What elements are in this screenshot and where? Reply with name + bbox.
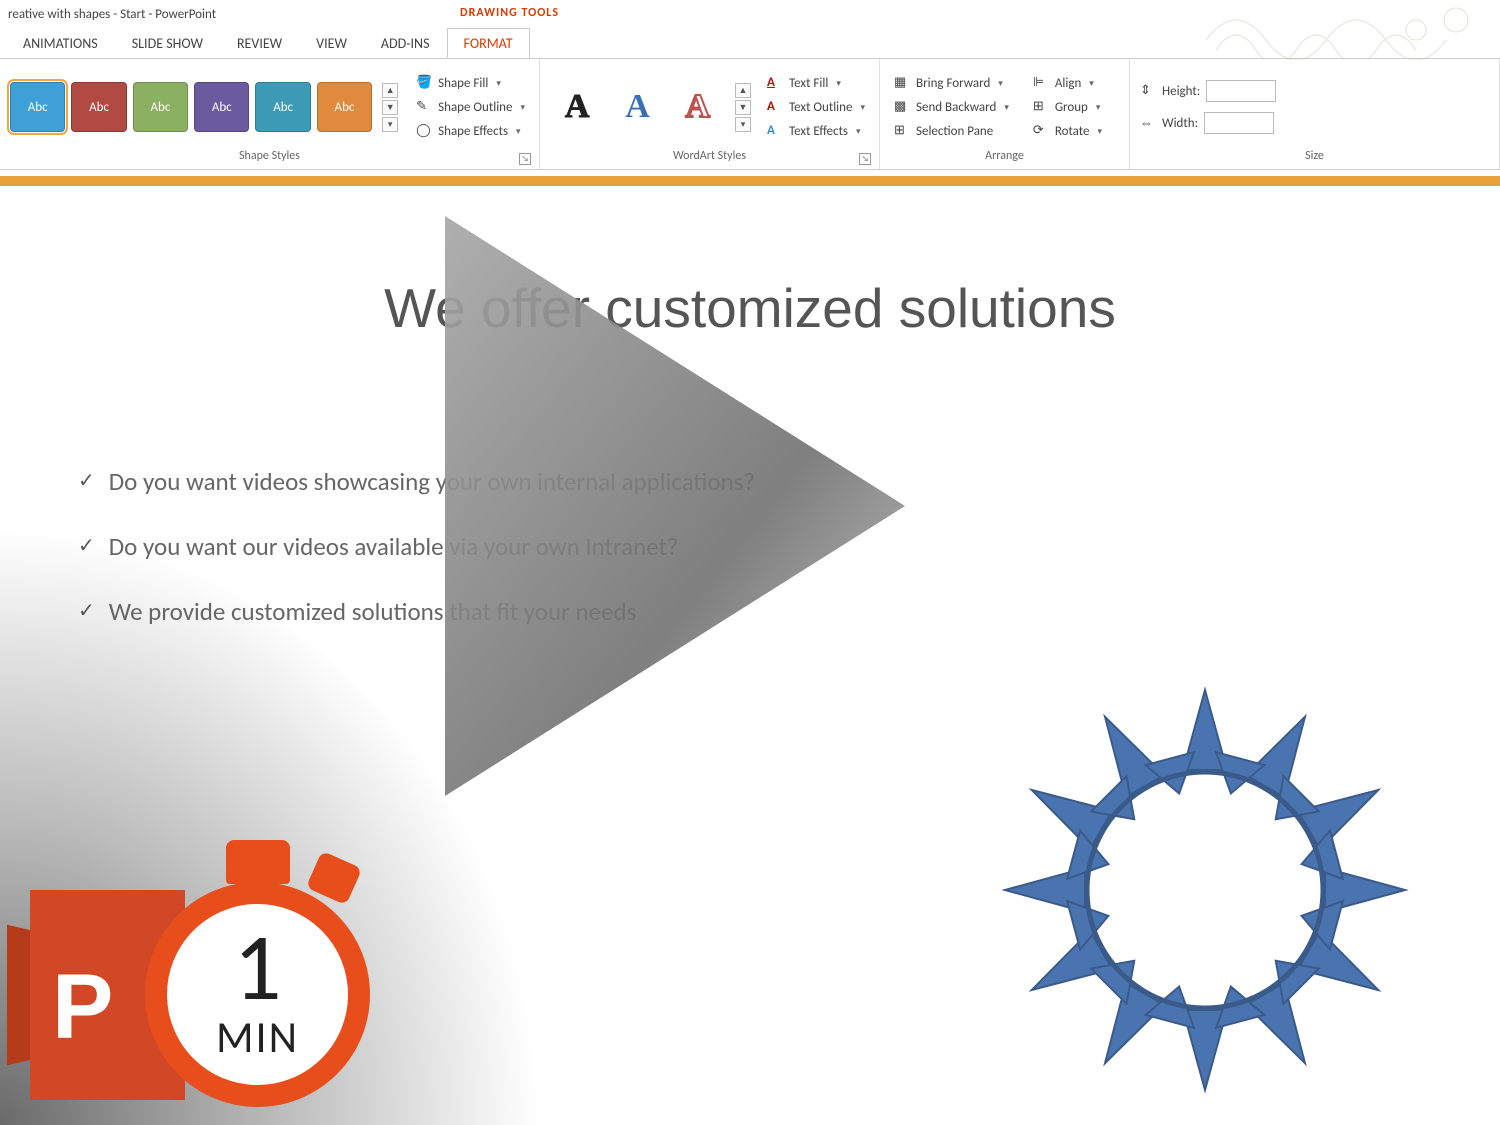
pen-outline-icon: ✎	[416, 99, 432, 115]
check-icon: ✓	[78, 596, 95, 626]
tab-view[interactable]: VIEW	[299, 28, 364, 58]
dialog-launcher-icon[interactable]: ↘	[519, 153, 531, 165]
align-icon: ⊫	[1033, 75, 1049, 91]
gallery-up-icon[interactable]: ▲	[382, 83, 398, 98]
tab-review[interactable]: REVIEW	[220, 28, 299, 58]
window-titlebar: reative with shapes - Start - PowerPoint…	[0, 0, 1500, 28]
rotate-button[interactable]: ⟳Rotate▾	[1029, 122, 1106, 140]
gallery-down-icon[interactable]: ▼	[735, 100, 751, 115]
effects-icon: ◯	[416, 123, 432, 139]
selection-pane-icon: ⊞	[894, 123, 910, 139]
tab-addins[interactable]: ADD-INS	[364, 28, 447, 58]
width-icon: ⇔	[1140, 115, 1156, 131]
dialog-launcher-icon[interactable]: ↘	[859, 153, 871, 165]
bullet-item: ✓Do you want our videos available via yo…	[78, 531, 755, 562]
gallery-down-icon[interactable]: ▼	[382, 100, 398, 115]
ribbon-tabs: ANIMATIONS SLIDE SHOW REVIEW VIEW ADD-IN…	[0, 28, 1500, 58]
width-label: Width:	[1162, 116, 1198, 131]
bullet-item: ✓Do you want videos showcasing your own …	[78, 466, 755, 497]
ribbon: Abc Abc Abc Abc Abc Abc ▲ ▼ ▾ 🪣Shape Fil…	[0, 58, 1500, 170]
group-size: ⇕ Height: ⇔ Width: Size	[1130, 59, 1500, 169]
align-button[interactable]: ⊫Align▾	[1029, 74, 1106, 92]
bring-forward-icon: ▦	[894, 75, 910, 91]
starburst-shape[interactable]	[1000, 685, 1410, 1095]
send-backward-button[interactable]: ▩Send Backward▾	[890, 98, 1013, 116]
shape-effects-button[interactable]: ◯Shape Effects▾	[412, 122, 529, 140]
group-label-size: Size	[1140, 149, 1489, 167]
shape-style-5[interactable]: Abc	[255, 82, 310, 132]
group-button[interactable]: ⊞Group▾	[1029, 98, 1106, 116]
paint-bucket-icon: 🪣	[416, 75, 432, 91]
accent-bar	[0, 176, 1500, 186]
group-arrange: ▦Bring Forward▾ ▩Send Backward▾ ⊞Selecti…	[880, 59, 1130, 169]
shape-style-6[interactable]: Abc	[317, 82, 372, 132]
tab-slideshow[interactable]: SLIDE SHOW	[115, 28, 220, 58]
stopwatch-icon: 1 MIN	[145, 882, 370, 1107]
text-effects-button[interactable]: AText Effects▾	[763, 122, 869, 140]
group-label-wordart: WordArt Styles↘	[550, 149, 869, 167]
check-icon: ✓	[78, 531, 95, 561]
wordart-style-3[interactable]: A	[671, 82, 725, 132]
group-wordart-styles: A A A ▲ ▼ ▾ AText Fill▾ AText Outline▾ A…	[540, 59, 880, 169]
slide-canvas[interactable]: We offer customized solutions ✓Do you wa…	[0, 186, 1500, 1125]
bullet-list[interactable]: ✓Do you want videos showcasing your own …	[78, 466, 755, 661]
group-icon: ⊞	[1033, 99, 1049, 115]
text-outline-button[interactable]: AText Outline▾	[763, 98, 869, 116]
wordart-style-1[interactable]: A	[550, 82, 604, 132]
gallery-more-icon[interactable]: ▾	[382, 117, 398, 132]
shape-style-3[interactable]: Abc	[133, 82, 188, 132]
powerpoint-letter: P	[52, 955, 113, 1060]
wordart-style-2[interactable]: A	[610, 82, 664, 132]
group-label-shape-styles: Shape Styles↘	[10, 149, 529, 167]
bullet-item: ✓We provide customized solutions that fi…	[78, 596, 755, 627]
gallery-more-icon[interactable]: ▾	[735, 117, 751, 132]
gallery-up-icon[interactable]: ▲	[735, 83, 751, 98]
group-label-arrange: Arrange	[890, 149, 1119, 167]
check-icon: ✓	[78, 466, 95, 496]
tab-format[interactable]: FORMAT	[447, 28, 530, 58]
width-input[interactable]	[1204, 112, 1274, 134]
shape-style-1[interactable]: Abc	[10, 82, 65, 132]
wordart-gallery-scroll: ▲ ▼ ▾	[735, 83, 751, 132]
text-fill-icon: A	[767, 75, 783, 91]
window-title: reative with shapes - Start - PowerPoint	[8, 7, 216, 22]
text-outline-icon: A	[767, 99, 783, 115]
powerpoint-timer-badge: P 1 MIN	[30, 882, 370, 1107]
shape-outline-button[interactable]: ✎Shape Outline▾	[412, 98, 529, 116]
timer-number: 1	[233, 925, 281, 1011]
height-input[interactable]	[1206, 80, 1276, 102]
text-effects-icon: A	[767, 123, 783, 139]
text-fill-button[interactable]: AText Fill▾	[763, 74, 869, 92]
height-icon: ⇕	[1140, 83, 1156, 99]
tab-animations[interactable]: ANIMATIONS	[6, 28, 115, 58]
selection-pane-button[interactable]: ⊞Selection Pane	[890, 122, 1013, 140]
timer-unit: MIN	[216, 1010, 299, 1064]
shape-style-4[interactable]: Abc	[194, 82, 249, 132]
send-backward-icon: ▩	[894, 99, 910, 115]
height-label: Height:	[1162, 84, 1200, 99]
shape-fill-button[interactable]: 🪣Shape Fill▾	[412, 74, 529, 92]
rotate-icon: ⟳	[1033, 123, 1049, 139]
group-shape-styles: Abc Abc Abc Abc Abc Abc ▲ ▼ ▾ 🪣Shape Fil…	[0, 59, 540, 169]
shape-style-2[interactable]: Abc	[71, 82, 126, 132]
contextual-tab-label: DRAWING TOOLS	[460, 6, 559, 20]
bring-forward-button[interactable]: ▦Bring Forward▾	[890, 74, 1013, 92]
gallery-scroll: ▲ ▼ ▾	[382, 83, 398, 132]
slide-title[interactable]: We offer customized solutions	[0, 276, 1500, 340]
